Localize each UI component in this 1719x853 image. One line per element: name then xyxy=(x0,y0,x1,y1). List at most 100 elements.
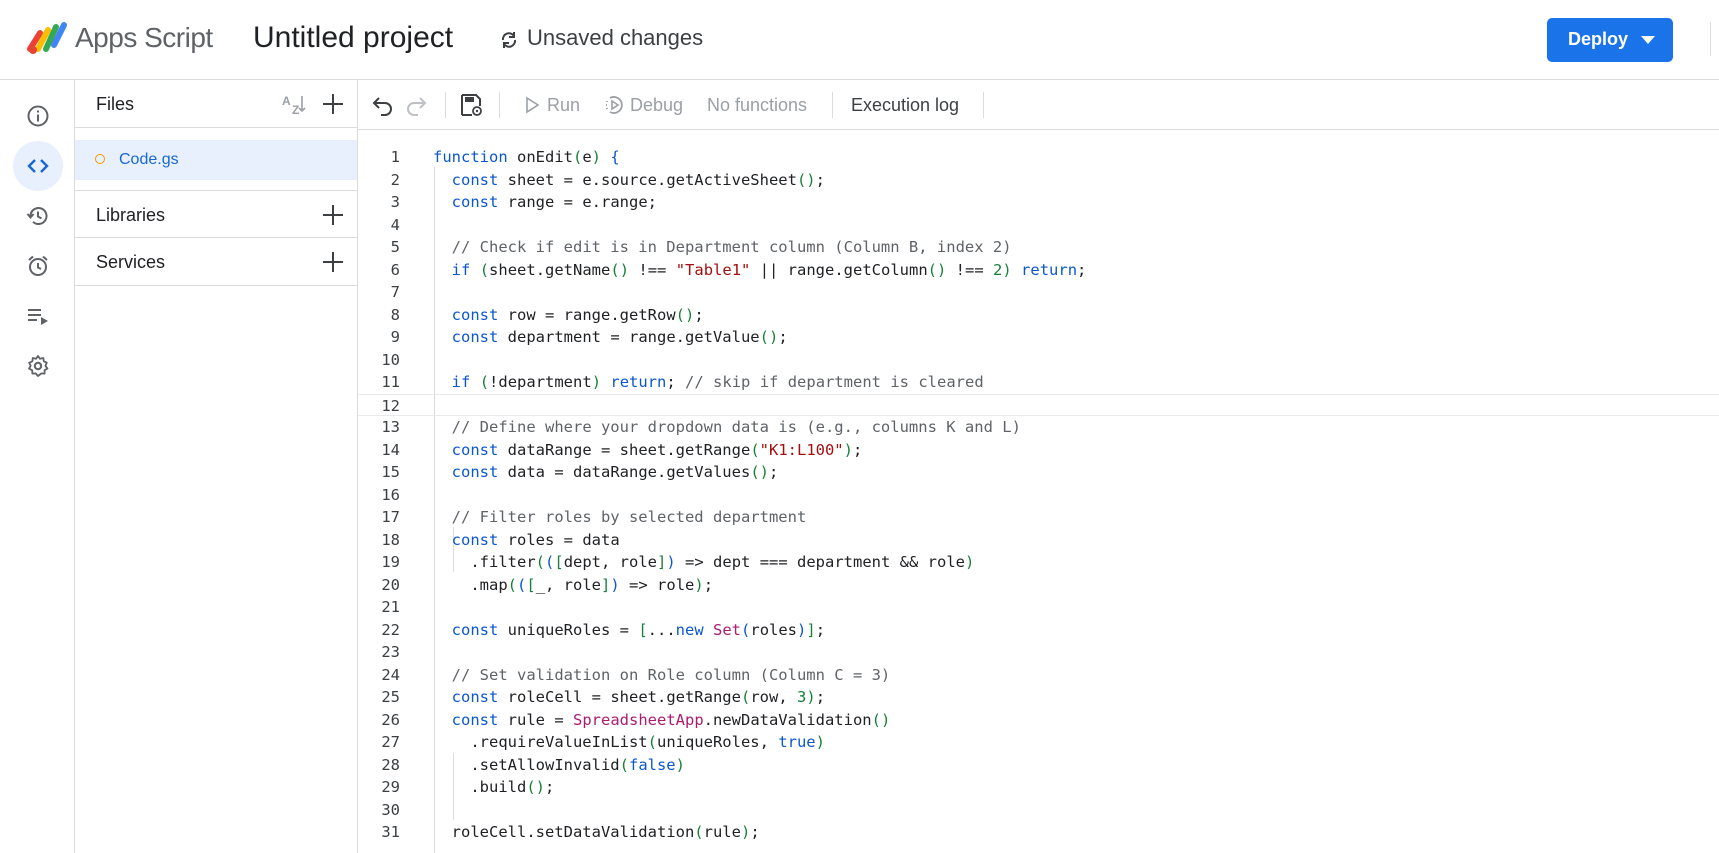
code-text[interactable]: .map(([_, role]) => role); xyxy=(433,574,713,597)
code-line[interactable]: 30 xyxy=(358,799,1719,822)
code-line[interactable]: 17 // Filter roles by selected departmen… xyxy=(358,506,1719,529)
code-line[interactable]: 25 const roleCell = sheet.getRange(row, … xyxy=(358,686,1719,709)
sort-az-icon[interactable]: A Z xyxy=(281,92,307,116)
code-line[interactable]: 29 .build(); xyxy=(358,776,1719,799)
left-nav-rail xyxy=(0,80,75,853)
code-line[interactable]: 19 .filter(([dept, role]) => dept === de… xyxy=(358,551,1719,574)
code-line[interactable]: 3 const range = e.range; xyxy=(358,191,1719,214)
code-line[interactable]: 10 xyxy=(358,349,1719,372)
code-text[interactable]: .build(); xyxy=(433,776,554,799)
code-text[interactable]: .filter(([dept, role]) => dept === depar… xyxy=(433,551,974,574)
code-line[interactable]: 18 const roles = data xyxy=(358,529,1719,552)
code-text[interactable]: const sheet = e.source.getActiveSheet(); xyxy=(433,169,825,192)
line-number: 21 xyxy=(381,598,400,616)
deploy-button[interactable]: Deploy xyxy=(1547,18,1673,62)
code-text[interactable]: // Filter roles by selected department xyxy=(433,506,807,529)
add-file-plus-icon[interactable] xyxy=(321,92,345,116)
code-text[interactable]: const data = dataRange.getValues(); xyxy=(433,461,779,484)
save-project-icon[interactable] xyxy=(459,93,483,117)
code-text[interactable]: .requireValueInList(uniqueRoles, true) xyxy=(433,731,825,754)
services-section-header[interactable]: Services xyxy=(75,238,357,286)
line-number: 18 xyxy=(381,530,400,549)
alarm-clock-icon xyxy=(28,255,48,276)
rail-item-history[interactable] xyxy=(13,191,63,241)
code-line[interactable]: 9 const department = range.getValue(); xyxy=(358,326,1719,349)
code-line[interactable]: 6 if (sheet.getName() !== "Table1" || ra… xyxy=(358,259,1719,282)
code-text[interactable]: const rule = SpreadsheetApp.newDataValid… xyxy=(433,709,891,732)
code-line[interactable]: 22 const uniqueRoles = [...new Set(roles… xyxy=(358,619,1719,642)
code-line[interactable]: 7 xyxy=(358,281,1719,304)
code-line[interactable]: 27 .requireValueInList(uniqueRoles, true… xyxy=(358,731,1719,754)
debug-button[interactable]: Debug xyxy=(630,95,683,116)
code-text[interactable]: roleCell.setDataValidation(rule); xyxy=(433,821,760,844)
code-text[interactable]: .setAllowInvalid(false) xyxy=(433,754,685,777)
code-text[interactable]: const dataRange = sheet.getRange("K1:L10… xyxy=(433,439,863,462)
code-line[interactable]: 2 const sheet = e.source.getActiveSheet(… xyxy=(358,169,1719,192)
code-line[interactable]: 21 xyxy=(358,596,1719,619)
code-line[interactable]: 13 // Define where your dropdown data is… xyxy=(358,416,1719,439)
redo-icon[interactable] xyxy=(404,93,428,117)
code-line[interactable]: 1 function onEdit(e) { xyxy=(358,146,1719,169)
code-line[interactable]: 31 roleCell.setDataValidation(rule); xyxy=(358,821,1719,844)
file-item-code-gs[interactable]: Code.gs xyxy=(75,140,357,180)
product-name[interactable]: Apps Script xyxy=(75,22,213,54)
files-panel: Files A Z Code.gs Libraries Services xyxy=(75,80,358,853)
code-line[interactable]: 24 // Set validation on Role column (Col… xyxy=(358,664,1719,687)
project-title[interactable]: Untitled project xyxy=(253,21,453,55)
code-line[interactable]: 14 const dataRange = sheet.getRange("K1:… xyxy=(358,439,1719,462)
rail-item-settings[interactable] xyxy=(13,341,63,391)
code-line[interactable]: 20 .map(([_, role]) => role); xyxy=(358,574,1719,597)
code-text[interactable]: // Define where your dropdown data is (e… xyxy=(433,416,1021,439)
function-select[interactable]: No functions xyxy=(707,95,807,116)
svg-text:A: A xyxy=(282,94,291,108)
code-line[interactable]: 15 const data = dataRange.getValues(); xyxy=(358,461,1719,484)
save-status: Unsaved changes xyxy=(527,25,704,50)
app-header: Apps Script Untitled project Unsaved cha… xyxy=(0,0,1719,80)
line-number: 1 xyxy=(390,148,400,166)
code-line[interactable]: 4 xyxy=(358,214,1719,237)
code-line[interactable]: 28 .setAllowInvalid(false) xyxy=(358,754,1719,777)
code-text[interactable]: const roleCell = sheet.getRange(row, 3); xyxy=(433,686,825,709)
code-text[interactable]: const department = range.getValue(); xyxy=(433,326,788,349)
info-icon xyxy=(27,105,49,127)
toolbar-separator xyxy=(832,92,833,118)
code-line[interactable]: 16 xyxy=(358,484,1719,507)
code-line[interactable]: 5 // Check if edit is in Department colu… xyxy=(358,236,1719,259)
code-text[interactable]: const row = range.getRow(); xyxy=(433,304,704,327)
libraries-section-header[interactable]: Libraries xyxy=(75,190,357,238)
libraries-title: Libraries xyxy=(96,205,166,225)
line-number: 16 xyxy=(381,485,400,504)
rail-item-executions[interactable] xyxy=(13,291,63,341)
rail-item-triggers[interactable] xyxy=(13,241,63,291)
line-number: 9 xyxy=(390,328,400,346)
code-text[interactable]: if (!department) return; // skip if depa… xyxy=(433,371,984,394)
debug-icon[interactable] xyxy=(604,94,626,116)
caret-down-icon[interactable] xyxy=(1641,36,1655,44)
line-number: 8 xyxy=(390,305,400,324)
execution-log-button[interactable]: Execution log xyxy=(851,95,959,116)
apps-script-logo-icon[interactable] xyxy=(26,21,68,55)
rail-item-overview[interactable] xyxy=(13,91,63,141)
undo-icon[interactable] xyxy=(371,93,395,117)
code-line[interactable]: 8 const row = range.getRow(); xyxy=(358,304,1719,327)
code-line[interactable]: 11 if (!department) return; // skip if d… xyxy=(358,371,1719,394)
rail-item-editor[interactable] xyxy=(13,141,63,191)
run-play-icon[interactable] xyxy=(523,96,541,114)
line-number: 5 xyxy=(390,238,400,256)
code-line[interactable]: 12 xyxy=(358,393,1719,416)
code-text[interactable]: const range = e.range; xyxy=(433,191,657,214)
toolbar-separator xyxy=(499,92,500,118)
code-text[interactable]: const uniqueRoles = [...new Set(roles)]; xyxy=(433,619,825,642)
code-line[interactable]: 23 xyxy=(358,641,1719,664)
add-library-plus-icon[interactable] xyxy=(321,203,345,227)
code-editor[interactable]: 1 function onEdit(e) {2 const sheet = e.s… xyxy=(358,130,1719,853)
code-text[interactable]: // Set validation on Role column (Column… xyxy=(433,664,891,687)
code-text[interactable]: if (sheet.getName() !== "Table1" || rang… xyxy=(433,259,1087,282)
code-text[interactable]: const roles = data xyxy=(433,529,620,552)
run-button[interactable]: Run xyxy=(547,95,580,116)
code-line[interactable]: 26 const rule = SpreadsheetApp.newDataVa… xyxy=(358,709,1719,732)
code-text[interactable]: function onEdit(e) { xyxy=(433,146,620,169)
gear-icon xyxy=(28,355,49,377)
code-text[interactable]: // Check if edit is in Department column… xyxy=(433,236,1012,259)
add-service-plus-icon[interactable] xyxy=(321,250,345,274)
